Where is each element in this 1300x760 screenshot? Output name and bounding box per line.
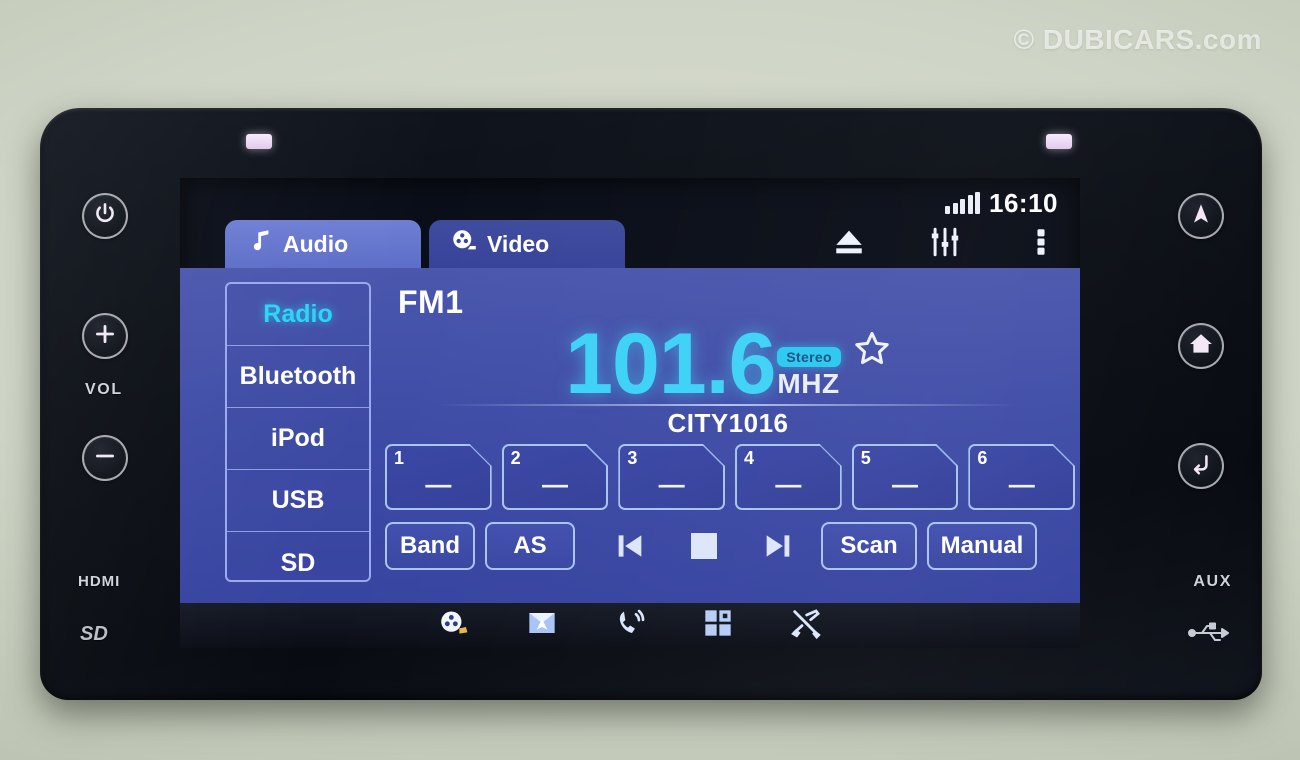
preset-button-6[interactable]: 6 — [968, 444, 1075, 510]
power-button[interactable] [82, 193, 128, 239]
indicator-led-left [246, 134, 272, 149]
preset-row: 1 — 2 — 3 — 4 — 5 — 6 — [385, 444, 1075, 510]
equalizer-icon[interactable] [928, 225, 962, 264]
preset-number: 3 [627, 448, 638, 468]
phone-icon[interactable] [614, 607, 646, 644]
next-track-icon[interactable] [747, 522, 809, 570]
tab-audio[interactable]: Audio [225, 220, 421, 268]
preset-number: 4 [744, 448, 755, 468]
preset-button-5[interactable]: 5 — [852, 444, 959, 510]
minus-icon [92, 443, 118, 474]
hdmi-port-label: HDMI [78, 573, 121, 590]
source-item-ipod[interactable]: iPod [227, 408, 369, 470]
source-item-usb[interactable]: USB [227, 470, 369, 532]
plus-icon [92, 321, 118, 352]
watermark: © DUBICARS.com [1013, 24, 1262, 55]
usb-icon [1186, 620, 1232, 646]
source-item-sd[interactable]: SD [227, 532, 369, 580]
back-button[interactable] [1178, 443, 1224, 489]
frequency-display: 101.6 Stereo MHZ [398, 310, 1058, 413]
power-icon [92, 201, 118, 232]
navigation-map-icon[interactable] [526, 607, 558, 644]
home-icon [1188, 331, 1214, 362]
sd-slot-label: SD [80, 623, 108, 645]
tab-video-label: Video [487, 230, 550, 257]
preset-number: 5 [860, 448, 871, 468]
back-arrow-icon [1188, 451, 1214, 482]
indicator-led-right [1046, 134, 1072, 149]
preset-button-1[interactable]: 1 — [385, 444, 492, 510]
film-reel-icon [451, 228, 478, 261]
star-outline-icon[interactable] [853, 329, 891, 372]
station-name: CITY1016 [667, 408, 789, 438]
source-item-bluetooth[interactable]: Bluetooth [227, 346, 369, 408]
media-icon[interactable] [438, 607, 470, 644]
auto-store-button[interactable]: AS [485, 522, 575, 570]
preset-number: 1 [394, 448, 405, 468]
manual-button[interactable]: Manual [927, 522, 1037, 570]
signal-bars-icon [945, 192, 980, 214]
volume-up-button[interactable] [82, 313, 128, 359]
eject-icon[interactable] [832, 225, 866, 264]
preset-value: — [775, 468, 802, 499]
control-row: Band AS Scan Manual [385, 520, 1075, 572]
preset-value: — [1008, 468, 1035, 499]
band-button[interactable]: Band [385, 522, 475, 570]
preset-button-3[interactable]: 3 — [618, 444, 725, 510]
preset-button-2[interactable]: 2 — [502, 444, 609, 510]
head-unit-body: VOL HDMI SD AUX 16:10 Audio Video Radio … [40, 108, 1262, 700]
preset-button-4[interactable]: 4 — [735, 444, 842, 510]
aux-port-label: AUX [1193, 573, 1232, 590]
volume-label: VOL [85, 381, 123, 398]
stereo-badge: Stereo [777, 347, 841, 367]
touchscreen-display[interactable]: 16:10 Audio Video Radio Bluetooth iPod U… [180, 178, 1080, 648]
source-item-radio[interactable]: Radio [227, 284, 369, 346]
scan-button[interactable]: Scan [821, 522, 917, 570]
station-divider [438, 404, 1018, 406]
frequency-meta: Stereo MHZ [777, 347, 841, 406]
tab-audio-label: Audio [283, 230, 349, 257]
more-options-icon[interactable] [1024, 225, 1058, 264]
preset-value: — [892, 468, 919, 499]
volume-down-button[interactable] [82, 435, 128, 481]
frequency-unit: MHZ [777, 368, 840, 399]
settings-tools-icon[interactable] [790, 607, 822, 644]
preset-value: — [425, 468, 452, 499]
top-action-icons [832, 220, 1058, 268]
frequency-value: 101.6 [565, 316, 776, 413]
navigation-button[interactable] [1178, 193, 1224, 239]
tab-video[interactable]: Video [429, 220, 625, 268]
stop-square [691, 533, 717, 559]
bottom-dock [180, 603, 1080, 648]
stop-icon[interactable] [673, 522, 735, 570]
home-button[interactable] [1178, 323, 1224, 369]
clock: 16:10 [989, 187, 1058, 218]
music-note-icon [247, 228, 274, 261]
radio-main-panel: Radio Bluetooth iPod USB SD FM1 101.6 St… [180, 268, 1080, 623]
preset-number: 2 [510, 448, 521, 468]
preset-value: — [542, 468, 568, 499]
preset-number: 6 [977, 448, 988, 468]
preset-value: — [658, 468, 685, 499]
apps-grid-icon[interactable] [702, 607, 734, 644]
source-list[interactable]: Radio Bluetooth iPod USB SD [225, 282, 371, 582]
navigation-arrow-icon [1188, 201, 1214, 232]
previous-track-icon[interactable] [599, 522, 661, 570]
